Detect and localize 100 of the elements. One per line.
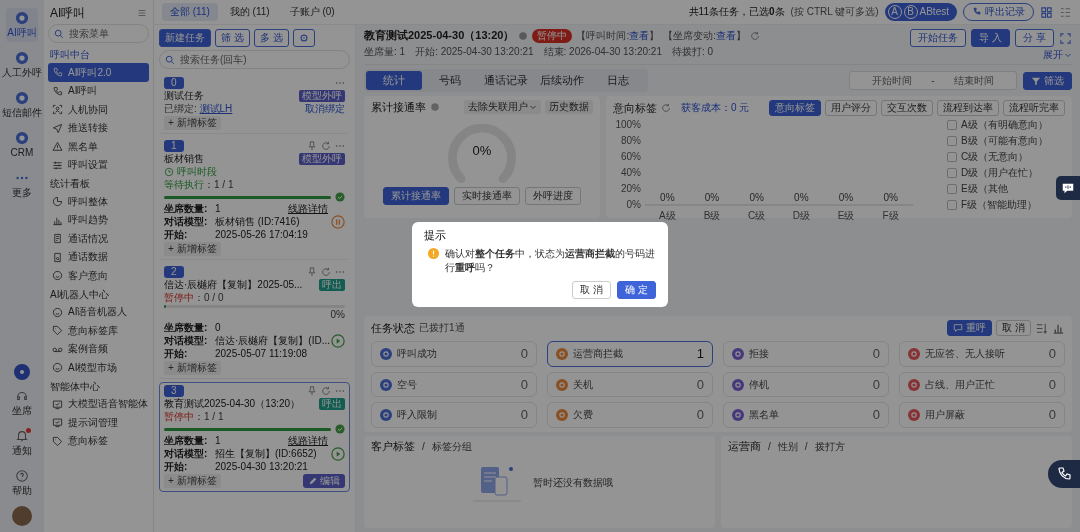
menu-item[interactable]: 通话数据 (48, 247, 149, 267)
list-view-icon[interactable] (1059, 5, 1072, 19)
cancel-button[interactable]: 取 消 (996, 320, 1031, 337)
breadcrumb-link[interactable]: 拨打方 (814, 440, 845, 453)
filter-tab[interactable]: 全部 (11) (162, 3, 218, 21)
menu-item[interactable]: AI呼叫 (48, 81, 149, 101)
fullscreen-icon[interactable] (1059, 31, 1072, 45)
rail-item[interactable]: AI呼叫 (6, 8, 38, 42)
metric-tab[interactable]: 交互次数 (881, 100, 933, 117)
sort-icon[interactable] (1035, 321, 1048, 335)
menu-item[interactable]: 呼叫趋势 (48, 210, 149, 230)
line-details-link[interactable]: 线路详情 (288, 203, 328, 215)
metric-tab[interactable]: 意向标签 (769, 100, 821, 117)
legend-checkbox[interactable] (947, 168, 957, 179)
rate-mode-button[interactable]: 外呼进度 (525, 187, 581, 206)
unbind-link[interactable]: 取消绑定 (305, 103, 345, 115)
view-link[interactable]: 查看 (629, 30, 650, 41)
pin-icon[interactable] (307, 386, 317, 396)
status-tile[interactable]: 黑名单 0 (723, 402, 889, 428)
status-tile[interactable]: 占线、用户正忙 0 (899, 371, 1065, 398)
settings-button[interactable] (292, 29, 315, 47)
start-date-input[interactable]: 开始时间 (858, 74, 926, 88)
line-details-link[interactable]: 线路详情 (288, 435, 328, 447)
abtest-button[interactable]: A B ABtest (884, 3, 957, 21)
status-tile[interactable]: 拒接 0 (723, 341, 889, 367)
legend-checkbox[interactable] (947, 136, 957, 147)
filter-dropdown[interactable]: 去除失联用户 (464, 100, 541, 115)
add-tag-button[interactable]: + 新增标签 (164, 474, 221, 488)
legend-checkbox[interactable] (947, 120, 957, 131)
dialog-button[interactable]: 确 定 (617, 281, 656, 300)
menu-item[interactable]: 黑名单 (48, 137, 149, 156)
refresh-icon[interactable] (661, 103, 671, 114)
metric-tab[interactable]: 流程听完率 (1003, 100, 1065, 117)
status-tile[interactable]: 用户屏蔽 0 (899, 402, 1065, 428)
task-search-field[interactable]: 搜索任务(回车) (159, 50, 350, 69)
history-data-button[interactable]: 历史数据 (545, 100, 593, 115)
status-tile[interactable]: 呼入限制 0 (371, 402, 537, 428)
pause-icon[interactable] (331, 215, 345, 229)
menu-item[interactable]: 呼叫整体 (48, 192, 149, 211)
rail-item[interactable]: CRM (9, 128, 35, 162)
status-tile[interactable]: 空号 0 (371, 371, 537, 398)
add-tag-button[interactable]: + 新增标签 (164, 242, 221, 256)
bound-account-link[interactable]: 测试LH (199, 103, 233, 114)
menu-item[interactable]: 客户意向 (48, 266, 149, 285)
menu-item[interactable]: 意向标签库 (48, 321, 149, 340)
play-icon[interactable] (331, 334, 345, 348)
menu-item[interactable]: 意向标签 (48, 431, 149, 451)
status-tile[interactable]: 停机 0 (723, 371, 889, 398)
breadcrumb-link[interactable]: 标签分组 (431, 440, 472, 453)
refresh-icon[interactable] (321, 141, 331, 151)
refresh-icon[interactable] (749, 31, 760, 41)
legend-checkbox[interactable] (947, 184, 957, 195)
status-tile[interactable]: 运营商拦截 1 (547, 341, 713, 367)
view-tab[interactable]: 号码 (422, 71, 478, 91)
breadcrumb-link[interactable]: 性别 (777, 440, 798, 453)
metric-tab[interactable]: 流程到达率 (937, 100, 999, 117)
avatar[interactable] (12, 506, 32, 526)
refresh-icon[interactable] (321, 267, 331, 277)
menu-item[interactable]: 呼叫设置 (48, 155, 149, 175)
menu-item[interactable]: 推送转接 (48, 118, 149, 138)
orb-logo-icon[interactable] (14, 364, 30, 380)
rail-item[interactable]: 通知 (11, 426, 33, 460)
rail-item[interactable]: 短信邮件 (1, 88, 43, 122)
task-card[interactable]: 2 信达·辰樾府【复制】2025-05... 呼出 暂停中：0 / 0 0% 坐席数量: 0 对话模型: 信达·辰樾府【复制】(ID... 开始: 2025-05-07 11:19:08 + 新增标签 (159, 263, 350, 379)
menu-item[interactable]: 案例音频 (48, 339, 149, 359)
add-tag-button[interactable]: + 新增标签 (164, 116, 221, 130)
status-tile[interactable]: 关机 0 (547, 371, 713, 398)
rail-item[interactable]: 坐席 (11, 386, 33, 420)
pin-icon[interactable] (307, 141, 317, 151)
view-tab[interactable]: 日志 (590, 71, 646, 91)
collapse-menu-icon[interactable] (137, 8, 147, 19)
chat-float-button[interactable] (1056, 176, 1080, 200)
rail-item[interactable]: 人工外呼 (1, 48, 43, 82)
filter-button[interactable]: 筛选 (1023, 71, 1072, 90)
task-toolbar-button[interactable]: 筛 选 (215, 29, 250, 47)
task-card[interactable]: 1 板材销售 模型外呼 呼叫时段 等待执行：1 / 1 坐席数量: 1 线路详情 对话模型: 板材销售 (ID:7416) 开始: 2025-05-26 17:04:19 + 新增标签 (159, 137, 350, 260)
filter-tab[interactable]: 子账户 (0) (281, 3, 343, 21)
task-card[interactable]: 3 教育测试2025-04-30（13:20） 呼出 暂停中：1 / 1 坐席数量: 1 线路详情 对话模型: 招生【复制】(ID:6652) 开始: 2025-04-30 13:20:21 + 新增标签 编辑 (159, 382, 350, 492)
task-toolbar-button[interactable]: 新建任务 (159, 29, 211, 47)
view-tab[interactable]: 通话记录 (478, 71, 534, 91)
play-icon[interactable] (331, 447, 345, 461)
menu-item[interactable]: AI呼叫2.0 (48, 63, 149, 82)
rate-mode-button[interactable]: 累计接通率 (383, 187, 449, 206)
legend-checkbox[interactable] (947, 200, 957, 211)
menu-search-field[interactable]: 搜索菜单 (48, 24, 149, 44)
edit-button[interactable]: 编辑 (303, 474, 345, 488)
menu-item[interactable]: AI语音机器人 (48, 302, 149, 322)
expand-link[interactable]: 展开 (1043, 49, 1072, 61)
refresh-icon[interactable] (321, 386, 331, 396)
menu-item[interactable]: 人机协同 (48, 100, 149, 119)
menu-item[interactable]: 大模型语音智能体 (48, 394, 149, 414)
dialog-button[interactable]: 取 消 (572, 281, 612, 300)
phone-float-button[interactable] (1048, 460, 1080, 488)
task-toolbar-button[interactable]: 多 选 (253, 29, 289, 47)
pin-icon[interactable] (307, 267, 317, 277)
task-action-button[interactable]: 导 入 (971, 29, 1011, 47)
menu-item[interactable]: AI模型市场 (48, 358, 149, 377)
end-date-input[interactable]: 结束时间 (940, 74, 1008, 88)
add-tag-button[interactable]: + 新增标签 (164, 361, 221, 375)
rail-item[interactable]: 帮助 (11, 466, 33, 500)
